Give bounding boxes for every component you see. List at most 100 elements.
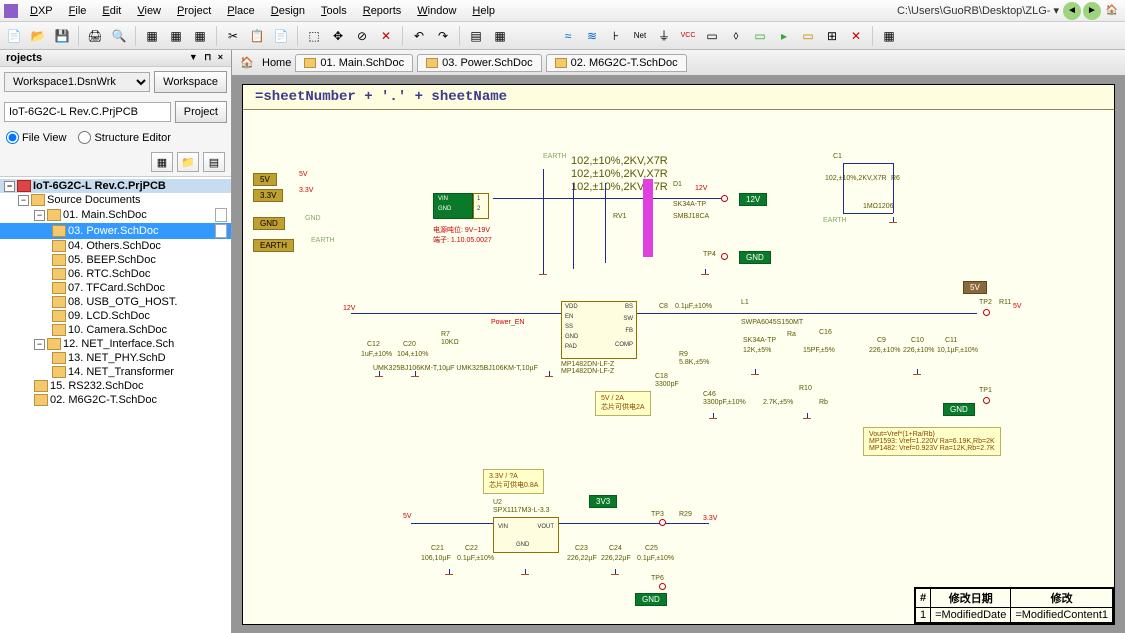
- home-label[interactable]: Home: [262, 57, 291, 69]
- menu-view[interactable]: View: [129, 3, 169, 19]
- tree-item[interactable]: 10. Camera.SchDoc: [0, 323, 231, 337]
- menu-project[interactable]: Project: [169, 3, 219, 19]
- tree-item[interactable]: −12. NET_Interface.Sch: [0, 337, 231, 351]
- lbl-c11: C11: [945, 337, 957, 344]
- menu-window[interactable]: Window: [409, 3, 464, 19]
- tb-device-icon[interactable]: ▭: [798, 26, 818, 46]
- doc-icon: [426, 58, 438, 68]
- tb-print-icon[interactable]: 🖨: [85, 26, 105, 46]
- tree-item[interactable]: 14. NET_Transformer: [0, 365, 231, 379]
- schematic-canvas[interactable]: =sheetNumber + '.' + sheetName 5V 5V 3.3…: [232, 76, 1125, 633]
- menu-place[interactable]: Place: [219, 3, 263, 19]
- tb-new-icon[interactable]: 📄: [4, 26, 24, 46]
- tb-layers-icon[interactable]: ▤: [466, 26, 486, 46]
- menu-bar: DXP File Edit View Project Place Design …: [0, 0, 1125, 22]
- file-view-radio[interactable]: File View: [6, 131, 66, 144]
- lbl-c22v: 0.1µF,±10%: [457, 555, 494, 562]
- tb-deselect-icon[interactable]: ⊘: [352, 26, 372, 46]
- tb-undo-icon[interactable]: ↶: [409, 26, 429, 46]
- nav-home-icon[interactable]: 🏠: [1103, 2, 1121, 20]
- tb-redo-icon[interactable]: ↷: [433, 26, 453, 46]
- lbl-c16: C16: [819, 329, 832, 336]
- project-button[interactable]: Project: [175, 101, 227, 123]
- tb-harness-icon[interactable]: ⊞: [822, 26, 842, 46]
- tb-last-icon[interactable]: ▦: [879, 26, 899, 46]
- tb-vcc-icon[interactable]: VCC: [678, 26, 698, 46]
- nav-fwd-icon[interactable]: ►: [1083, 2, 1101, 20]
- ic-mp1482: VDD EN SS GND PAD BS SW FB COMP: [561, 301, 637, 359]
- tb-entry-icon[interactable]: ▸: [774, 26, 794, 46]
- tb-sheet-sym-icon[interactable]: ▭: [750, 26, 770, 46]
- tree-item[interactable]: 15. RS232.SchDoc: [0, 379, 231, 393]
- nav-back-icon[interactable]: ◄: [1063, 2, 1081, 20]
- port-earth: EARTH: [253, 239, 294, 252]
- tree-item[interactable]: 02. M6G2C-T.SchDoc: [0, 393, 231, 407]
- panel-icon-3[interactable]: ▤: [203, 152, 225, 172]
- menu-design[interactable]: Design: [263, 3, 313, 19]
- tb-save-icon[interactable]: 💾: [52, 26, 72, 46]
- tab-main[interactable]: 01. Main.SchDoc: [295, 54, 413, 72]
- tb-noerc-icon[interactable]: ✕: [846, 26, 866, 46]
- tb-cut-icon[interactable]: ✂: [223, 26, 243, 46]
- lbl-rv1: RV1: [613, 213, 627, 220]
- tb-bus-icon[interactable]: ≋: [582, 26, 602, 46]
- tb-btn-c[interactable]: ▦: [190, 26, 210, 46]
- tb-copy-icon[interactable]: 📋: [247, 26, 267, 46]
- tree-root[interactable]: −IoT-6G2C-L Rev.C.PrjPCB: [0, 179, 231, 193]
- tb-paste-icon[interactable]: 📄: [271, 26, 291, 46]
- tree-source-docs[interactable]: −Source Documents: [0, 193, 231, 207]
- tb-open-icon[interactable]: 📂: [28, 26, 48, 46]
- port-gnd-bot: GND: [635, 593, 667, 606]
- tb-move-icon[interactable]: ✥: [328, 26, 348, 46]
- lbl-rb: Rb: [819, 399, 828, 406]
- tb-port-icon[interactable]: ⬨: [726, 26, 746, 46]
- menu-edit[interactable]: Edit: [94, 3, 129, 19]
- tb-btn-a[interactable]: ▦: [142, 26, 162, 46]
- tab-power[interactable]: 03. Power.SchDoc: [417, 54, 542, 72]
- note-cn1: 电源吨位: 9V~19V: [433, 225, 490, 235]
- tb-part-icon[interactable]: ▭: [702, 26, 722, 46]
- panel-controls[interactable]: ▼ ⊓ ×: [189, 52, 225, 64]
- workspace-button[interactable]: Workspace: [154, 71, 227, 93]
- net-3v3: 3.3V: [299, 187, 313, 194]
- tb-sheet-icon[interactable]: ▦: [490, 26, 510, 46]
- menu-reports[interactable]: Reports: [355, 3, 410, 19]
- panel-icon-1[interactable]: ▦: [151, 152, 173, 172]
- workspace-select[interactable]: Workspace1.DsnWrk: [4, 72, 150, 92]
- lbl-5v-in: 5V: [403, 513, 412, 520]
- tree-item[interactable]: 05. BEEP.SchDoc: [0, 253, 231, 267]
- lbl-c46v: 3300pF,±10%: [703, 399, 746, 406]
- lbl-5v: 5V: [1013, 303, 1022, 310]
- tb-gnd-icon[interactable]: ⏚: [654, 26, 674, 46]
- port-5v-out: 5V: [963, 281, 987, 294]
- file-path[interactable]: C:\Users\GuoRB\Desktop\ZLG- ▾: [897, 4, 1063, 17]
- menu-file[interactable]: File: [61, 3, 95, 19]
- tree-item[interactable]: 07. TFCard.SchDoc: [0, 281, 231, 295]
- panel-icon-2[interactable]: 📁: [177, 152, 199, 172]
- tree-item[interactable]: 06. RTC.SchDoc: [0, 267, 231, 281]
- tb-preview-icon[interactable]: 🔍: [109, 26, 129, 46]
- tb-busbar-icon[interactable]: ⊦: [606, 26, 626, 46]
- home-icon[interactable]: 🏠: [236, 53, 258, 73]
- tree-item[interactable]: 09. LCD.SchDoc: [0, 309, 231, 323]
- tb-clear-icon[interactable]: ✕: [376, 26, 396, 46]
- tree-item[interactable]: 08. USB_OTG_HOST.: [0, 295, 231, 309]
- port-3v3: 3.3V: [253, 189, 283, 202]
- tb-net-icon[interactable]: Net: [630, 26, 650, 46]
- gnd-icon: [519, 569, 531, 579]
- tree-item-selected[interactable]: 03. Power.SchDoc: [0, 223, 231, 239]
- lbl-c10v: 226,±10%: [903, 347, 934, 354]
- tree-item[interactable]: 04. Others.SchDoc: [0, 239, 231, 253]
- tab-m6g2c[interactable]: 02. M6G2C-T.SchDoc: [546, 54, 687, 72]
- project-tree[interactable]: −IoT-6G2C-L Rev.C.PrjPCB −Source Documen…: [0, 176, 231, 633]
- structure-editor-radio[interactable]: Structure Editor: [78, 131, 170, 144]
- menu-help[interactable]: Help: [464, 3, 503, 19]
- menu-tools[interactable]: Tools: [313, 3, 355, 19]
- menu-dxp[interactable]: DXP: [22, 3, 61, 19]
- project-input[interactable]: [4, 102, 171, 122]
- tb-wire-icon[interactable]: ≈: [558, 26, 578, 46]
- tb-select-icon[interactable]: ⬚: [304, 26, 324, 46]
- tree-item[interactable]: 13. NET_PHY.SchD: [0, 351, 231, 365]
- tb-btn-b[interactable]: ▦: [166, 26, 186, 46]
- tree-item[interactable]: −01. Main.SchDoc: [0, 207, 231, 223]
